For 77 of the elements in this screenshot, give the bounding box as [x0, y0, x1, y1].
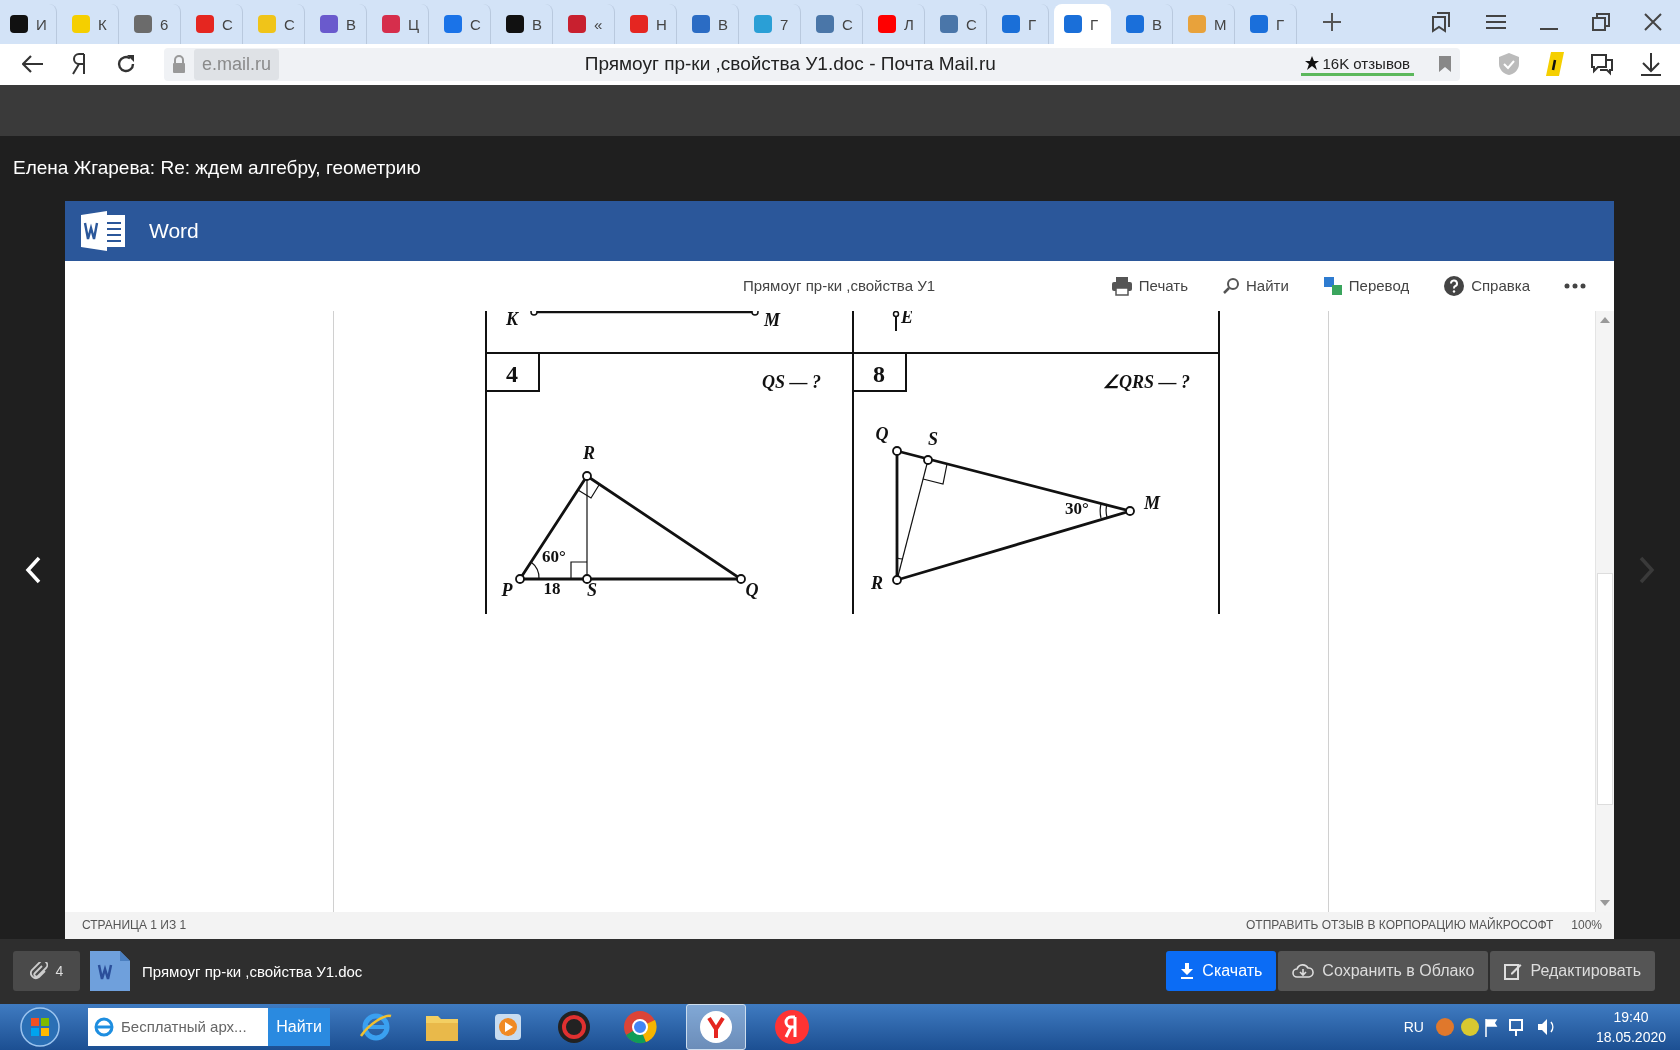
language-indicator[interactable]: RU — [1403, 1018, 1424, 1035]
chat-icon[interactable] — [1590, 52, 1614, 77]
figure-label: S — [587, 579, 597, 600]
toolbar-button[interactable]: Печать — [1110, 275, 1188, 296]
browser-e-icon — [93, 1015, 115, 1038]
close-icon[interactable] — [1644, 13, 1662, 32]
figure-label: R — [871, 572, 883, 593]
search-button[interactable]: Найти — [268, 1007, 330, 1046]
word-file-icon — [90, 951, 130, 992]
action-button[interactable]: Редактировать — [1490, 951, 1655, 992]
problem-number: 4 — [506, 360, 518, 387]
number-box — [485, 351, 540, 392]
restore-icon[interactable] — [1592, 13, 1610, 32]
problem-number: 8 — [873, 360, 885, 387]
figure-label: 60° — [542, 546, 566, 566]
app-name: Word — [149, 218, 199, 243]
start-button-icon[interactable] — [20, 1006, 60, 1047]
zoom-level[interactable]: 100% — [1571, 918, 1602, 933]
help-icon — [1443, 274, 1466, 297]
more-icon[interactable] — [1564, 282, 1586, 289]
new-tab-icon[interactable] — [1322, 12, 1342, 33]
cloud-icon — [1292, 963, 1315, 980]
problem-question: ∠QRS — ? — [1103, 371, 1190, 392]
problem-question: QS — ? — [762, 371, 821, 392]
file-name: Прямоуг пр-ки ,свойства У1.doc — [142, 962, 363, 980]
download-icon[interactable] — [1640, 52, 1662, 77]
point-drawing — [892, 310, 900, 332]
search-icon — [1221, 276, 1240, 295]
yandex-browser-icon[interactable] — [686, 1003, 746, 1050]
point-label: K — [506, 310, 518, 329]
attachments-button[interactable]: 4 — [13, 951, 80, 992]
address-bar[interactable]: e.mail.ru Прямоуг пр-ки ,свойства У1.doc - Почта Mail.ru 16K отзывов — [164, 47, 1460, 81]
edit-icon — [1504, 962, 1523, 981]
lock-icon — [172, 55, 186, 74]
reviews-badge[interactable]: 16K отзывов — [1301, 52, 1414, 76]
bookmark-icon[interactable] — [1438, 55, 1452, 74]
printer-icon — [1110, 275, 1133, 296]
domain-label: e.mail.ru — [194, 48, 280, 80]
figure-label: Q — [745, 579, 759, 600]
search-field[interactable]: Бесплатный арх... — [88, 1007, 268, 1046]
page-count: СТРАНИЦА 1 ИЗ 1 — [82, 918, 187, 933]
figure-label: 18 — [543, 578, 561, 598]
browser-logo-icon[interactable] — [72, 53, 88, 76]
point-label: E — [901, 310, 913, 327]
point-label: M — [764, 310, 780, 330]
feedback-link[interactable]: ОТПРАВИТЬ ОТЗЫВ В КОРПОРАЦИЮ МАЙКРОСОФТ — [1246, 918, 1554, 933]
menu-icon[interactable] — [1486, 14, 1506, 31]
scroll-thumb[interactable] — [1597, 572, 1613, 805]
back-icon[interactable] — [22, 55, 44, 74]
scroll-down-icon[interactable] — [1600, 899, 1610, 906]
number-box — [852, 351, 907, 392]
email-subject: Елена Жгарева: Re: ждем алгебру, геометрию — [13, 157, 421, 180]
figure-label: R — [583, 442, 595, 463]
figure-label: P — [501, 579, 513, 600]
figure-label: 30° — [1065, 498, 1089, 518]
figure-label: S — [928, 428, 938, 449]
taskbar-clock[interactable]: 19:40 18.05.2020 — [1595, 1008, 1666, 1045]
reload-icon[interactable] — [116, 54, 136, 75]
action-button[interactable]: Скачать — [1166, 951, 1277, 992]
bookmarks-icon[interactable] — [1430, 11, 1452, 34]
extension-icon[interactable] — [1546, 52, 1564, 77]
page-title: Прямоуг пр-ки ,свойства У1.doc - Почта Mail.ru — [583, 53, 997, 76]
browser-tab[interactable]: Г — [1054, 4, 1111, 45]
paperclip-icon — [29, 962, 48, 981]
toolbar-button[interactable]: Найти — [1221, 276, 1289, 295]
translate-icon — [1322, 275, 1343, 296]
document-title: Прямоуг пр-ки ,свойства У1 — [743, 277, 936, 295]
figure-label: Q — [875, 423, 889, 444]
toolbar-button[interactable]: Справка — [1443, 274, 1530, 297]
scroll-up-icon[interactable] — [1600, 316, 1610, 323]
toolbar-button[interactable]: Перевод — [1322, 275, 1410, 296]
action-button[interactable]: Сохранить в Облако — [1278, 951, 1489, 992]
word-logo-icon — [81, 210, 127, 251]
star-icon — [1305, 56, 1320, 71]
download-icon — [1180, 963, 1195, 980]
figure-label: M — [1144, 492, 1160, 513]
scrollbar[interactable] — [1595, 310, 1614, 912]
